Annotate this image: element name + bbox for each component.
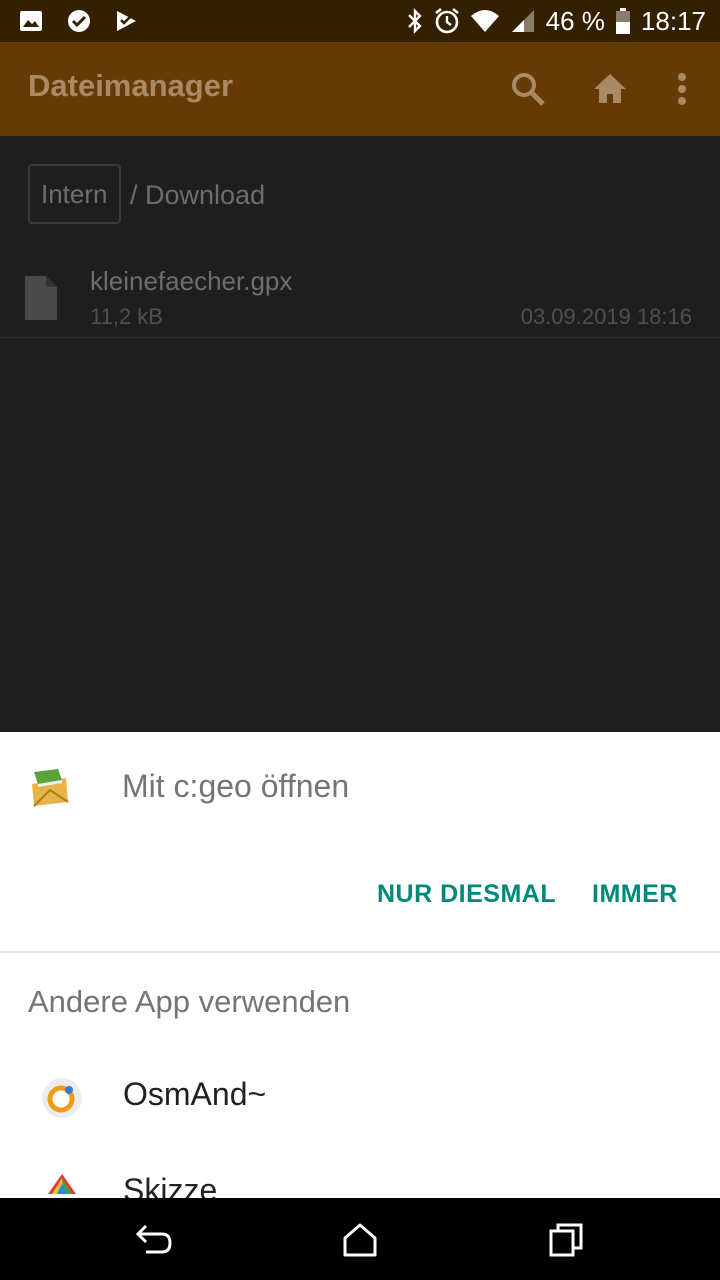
bluetooth-icon: [407, 8, 422, 34]
file-browser: Intern / Download kleinefaecher.gpx 11,2…: [0, 136, 720, 732]
navigation-bar: [0, 1198, 720, 1280]
status-bar: 46 % 18:17: [0, 0, 720, 42]
breadcrumb-root[interactable]: Intern: [28, 164, 121, 224]
file-size: 11,2 kB: [90, 304, 163, 329]
breadcrumb-path[interactable]: / Download: [130, 180, 265, 211]
file-icon: [25, 276, 57, 320]
app-chooser-sheet: Mit c:geo öffnen NUR DIESMAL IMMER Ander…: [0, 732, 720, 1198]
app-option-label: Skizze: [123, 1172, 218, 1198]
app-title: Dateimanager: [28, 68, 234, 103]
file-list-item[interactable]: kleinefaecher.gpx 11,2 kB 03.09.2019 18:…: [0, 248, 720, 338]
osmand-app-icon: [42, 1078, 82, 1118]
home-nav-icon[interactable]: [338, 1218, 382, 1262]
chooser-title: Mit c:geo öffnen: [122, 768, 350, 804]
app-option-label: OsmAnd~: [123, 1076, 267, 1112]
other-apps-heading: Andere App verwenden: [28, 984, 351, 1019]
clock: 18:17: [640, 5, 706, 36]
home-icon[interactable]: [590, 69, 630, 109]
app-bar: Dateimanager: [0, 42, 720, 136]
skizze-app-icon: [48, 1174, 76, 1194]
wifi-icon: [470, 10, 499, 32]
file-name: kleinefaecher.gpx: [90, 266, 293, 296]
file-date: 03.09.2019 18:16: [520, 304, 692, 329]
battery-percent: 46 %: [545, 5, 605, 36]
back-icon[interactable]: [132, 1218, 176, 1262]
search-icon[interactable]: [508, 69, 548, 109]
app-option-osmand[interactable]: OsmAnd~: [0, 1056, 720, 1136]
always-button[interactable]: IMMER: [592, 880, 678, 909]
divider: [0, 951, 720, 953]
recents-icon[interactable]: [544, 1218, 588, 1262]
signal-icon: [511, 10, 534, 32]
just-once-button[interactable]: NUR DIESMAL: [377, 880, 556, 909]
image-icon: [20, 11, 42, 31]
cgeo-app-icon: [32, 769, 69, 807]
app-option-skizze[interactable]: Skizze: [0, 1152, 720, 1198]
play-check-icon: [117, 11, 136, 31]
overflow-menu-icon[interactable]: [662, 69, 702, 109]
check-circle-icon: [68, 10, 90, 32]
battery-icon: [615, 8, 630, 34]
alarm-icon: [434, 7, 459, 34]
